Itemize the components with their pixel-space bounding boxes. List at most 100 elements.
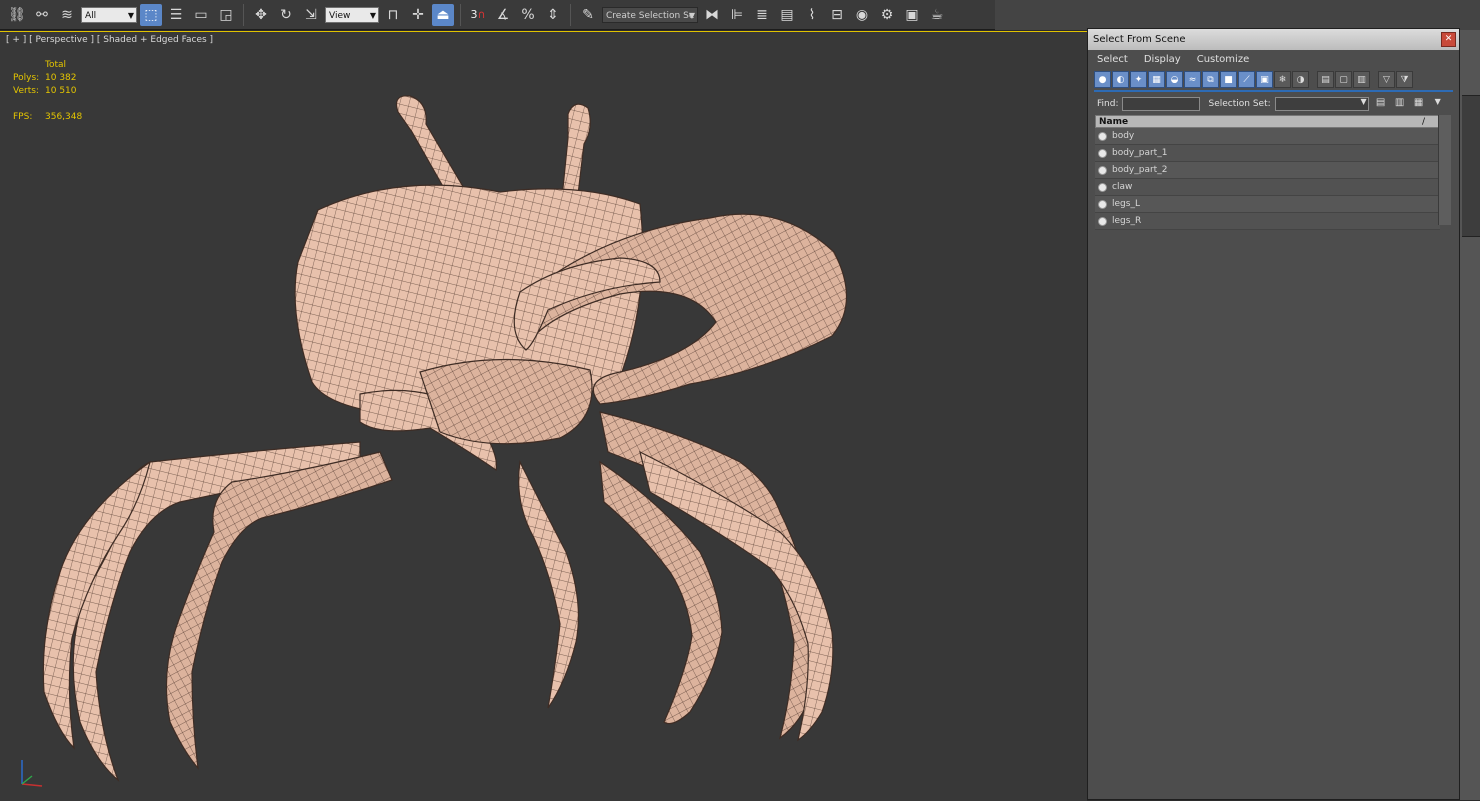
display-cameras-icon[interactable]: ▦ (1148, 70, 1165, 88)
display-lights-icon[interactable]: ✦ (1130, 70, 1147, 88)
menu-select[interactable]: Select (1097, 54, 1128, 65)
display-hidden-icon[interactable]: ◑ (1292, 70, 1309, 88)
move-icon[interactable]: ✥ (250, 4, 272, 26)
list-item[interactable]: legs_L (1095, 196, 1440, 213)
column-sort-indicator: / (1421, 117, 1425, 127)
filter-options-icon[interactable]: ⧩ (1396, 70, 1413, 88)
selection-set-add-icon[interactable]: ▤ (1374, 97, 1388, 111)
select-from-scene-dialog: Select From Scene ✕ Select Display Custo… (1087, 28, 1460, 800)
geometry-object-icon (1098, 131, 1107, 141)
mirror-icon[interactable]: ⧓ (701, 4, 723, 26)
selection-set-dropdown[interactable]: ▼ (1274, 97, 1369, 111)
keyboard-shortcut-override-icon[interactable]: ⏏ (432, 3, 454, 26)
list-rows: body body_part_1 body_part_2 claw legs_L… (1095, 128, 1440, 230)
pivot-icon[interactable]: ⊓ (382, 4, 404, 26)
align-icon[interactable]: ⊫ (726, 4, 748, 26)
object-name: claw (1112, 182, 1133, 192)
list-item[interactable]: claw (1095, 179, 1440, 196)
named-selection-placeholder: Create Selection Se (606, 10, 695, 21)
schematic-view-icon[interactable]: ⊟ (826, 4, 848, 26)
object-name: body_part_2 (1112, 165, 1168, 175)
selection-set-label: Selection Set: (1208, 99, 1271, 109)
select-object-icon[interactable]: ⬚ (140, 3, 162, 26)
selection-set-remove-icon[interactable]: ▦ (1412, 97, 1426, 111)
scale-icon[interactable]: ⇲ (300, 4, 322, 26)
filter-icon[interactable]: ▽ (1378, 70, 1395, 88)
select-and-link-icon[interactable]: ⛓ (6, 4, 28, 26)
leg-center (518, 460, 580, 709)
select-by-name-icon[interactable]: ☰ (165, 4, 187, 26)
selection-filter-dropdown[interactable]: All ▼ (81, 6, 137, 23)
rect-selection-icon[interactable]: ▭ (190, 4, 212, 26)
geometry-object-icon (1098, 182, 1107, 192)
display-bones-icon[interactable]: ⟋ (1238, 70, 1255, 88)
menu-display[interactable]: Display (1144, 54, 1181, 65)
geometry-object-icon (1098, 216, 1107, 226)
display-xrefs-icon[interactable]: ■ (1220, 70, 1237, 88)
axis-tripod-icon (21, 760, 43, 787)
chevron-down-icon: ▼ (369, 10, 376, 20)
render-setup-icon[interactable]: ⚙ (876, 4, 898, 26)
perspective-viewport[interactable]: [ + ] [ Perspective ] [ Shaded + Edged F… (0, 31, 1087, 801)
object-name: body (1112, 131, 1135, 141)
leg-left-2 (165, 451, 393, 770)
display-shapes-icon[interactable]: ◐ (1112, 70, 1129, 88)
material-editor-icon[interactable]: ◉ (851, 4, 873, 26)
dialog-menu-bar: Select Display Customize (1088, 50, 1459, 68)
display-groups-icon[interactable]: ⧉ (1202, 70, 1219, 88)
find-input[interactable] (1122, 97, 1201, 111)
window-crossing-icon[interactable]: ◲ (215, 4, 237, 26)
ribbon-background (995, 0, 1480, 30)
rendered-frame-icon[interactable]: ▣ (901, 4, 923, 26)
selection-filter-value: All (85, 10, 97, 21)
list-item[interactable]: body_part_1 (1095, 145, 1440, 162)
render-icon[interactable]: ☕ (926, 4, 948, 26)
find-label: Find: (1097, 99, 1119, 109)
display-frozen-icon[interactable]: ❄ (1274, 70, 1291, 88)
layer-explorer-icon[interactable]: ≣ (751, 4, 773, 26)
list-item[interactable]: body (1095, 128, 1440, 145)
display-geometry-icon[interactable]: ● (1094, 70, 1111, 88)
menu-customize[interactable]: Customize (1197, 54, 1250, 65)
toolbar-divider (570, 3, 571, 26)
display-all-icon[interactable]: ▤ (1317, 70, 1334, 88)
display-space-warps-icon[interactable]: ≈ (1184, 70, 1201, 88)
display-invert-icon[interactable]: ▥ (1353, 70, 1370, 88)
toggle-ribbon-icon[interactable]: ▤ (776, 4, 798, 26)
chevron-down-icon: ▼ (127, 10, 134, 20)
named-selection-sets-dropdown[interactable]: Create Selection Se ▼ (602, 6, 698, 23)
crab-model[interactable] (0, 32, 1087, 801)
find-row: Find: Selection Set: ▼ ▤ ▥ ▦ ▼ (1088, 94, 1459, 114)
chevron-down-icon: ▼ (688, 10, 695, 20)
selection-set-edit-icon[interactable]: ▥ (1393, 97, 1407, 111)
angle-snap-icon[interactable]: ∡ (492, 4, 514, 26)
toolbar-divider (243, 3, 244, 26)
geometry-object-icon (1098, 199, 1107, 209)
unlink-icon[interactable]: ⚯ (31, 4, 53, 26)
display-filter-toolbar: ● ◐ ✦ ▦ ◒ ≈ ⧉ ■ ⟋ ▣ ❄ ◑ ▤ ▢ ▥ ▽ ⧩ (1094, 68, 1453, 92)
rotate-icon[interactable]: ↻ (275, 4, 297, 26)
column-header-name[interactable]: Name / (1095, 115, 1440, 128)
close-icon[interactable]: ✕ (1441, 32, 1456, 47)
reference-coord-dropdown[interactable]: View ▼ (325, 6, 379, 23)
reference-coord-value: View (329, 10, 351, 21)
geometry-object-icon (1098, 165, 1107, 175)
display-none-icon[interactable]: ▢ (1335, 70, 1352, 88)
list-item[interactable]: body_part_2 (1095, 162, 1440, 179)
list-scrollbar[interactable] (1438, 115, 1451, 225)
curve-editor-icon[interactable]: ⌇ (801, 4, 823, 26)
spinner-snap-icon[interactable]: ⇕ (542, 4, 564, 26)
display-helpers-icon[interactable]: ◒ (1166, 70, 1183, 88)
dialog-title-bar[interactable]: Select From Scene ✕ (1088, 29, 1459, 50)
list-item[interactable]: legs_R (1095, 213, 1440, 230)
snap-toggle-icon[interactable]: 3 ∩ (467, 4, 489, 26)
toolbar-divider (460, 3, 461, 26)
bind-space-warp-icon[interactable]: ≋ (56, 4, 78, 26)
edit-named-sets-icon[interactable]: ✎ (577, 4, 599, 26)
scene-object-list: Name / body body_part_1 body_part_2 claw… (1095, 115, 1451, 230)
display-containers-icon[interactable]: ▣ (1256, 70, 1273, 88)
abdomen (419, 358, 593, 445)
options-chevron-icon[interactable]: ▼ (1431, 97, 1445, 111)
manipulate-icon[interactable]: ✛ (407, 4, 429, 26)
percent-snap-icon[interactable]: % (517, 4, 539, 26)
